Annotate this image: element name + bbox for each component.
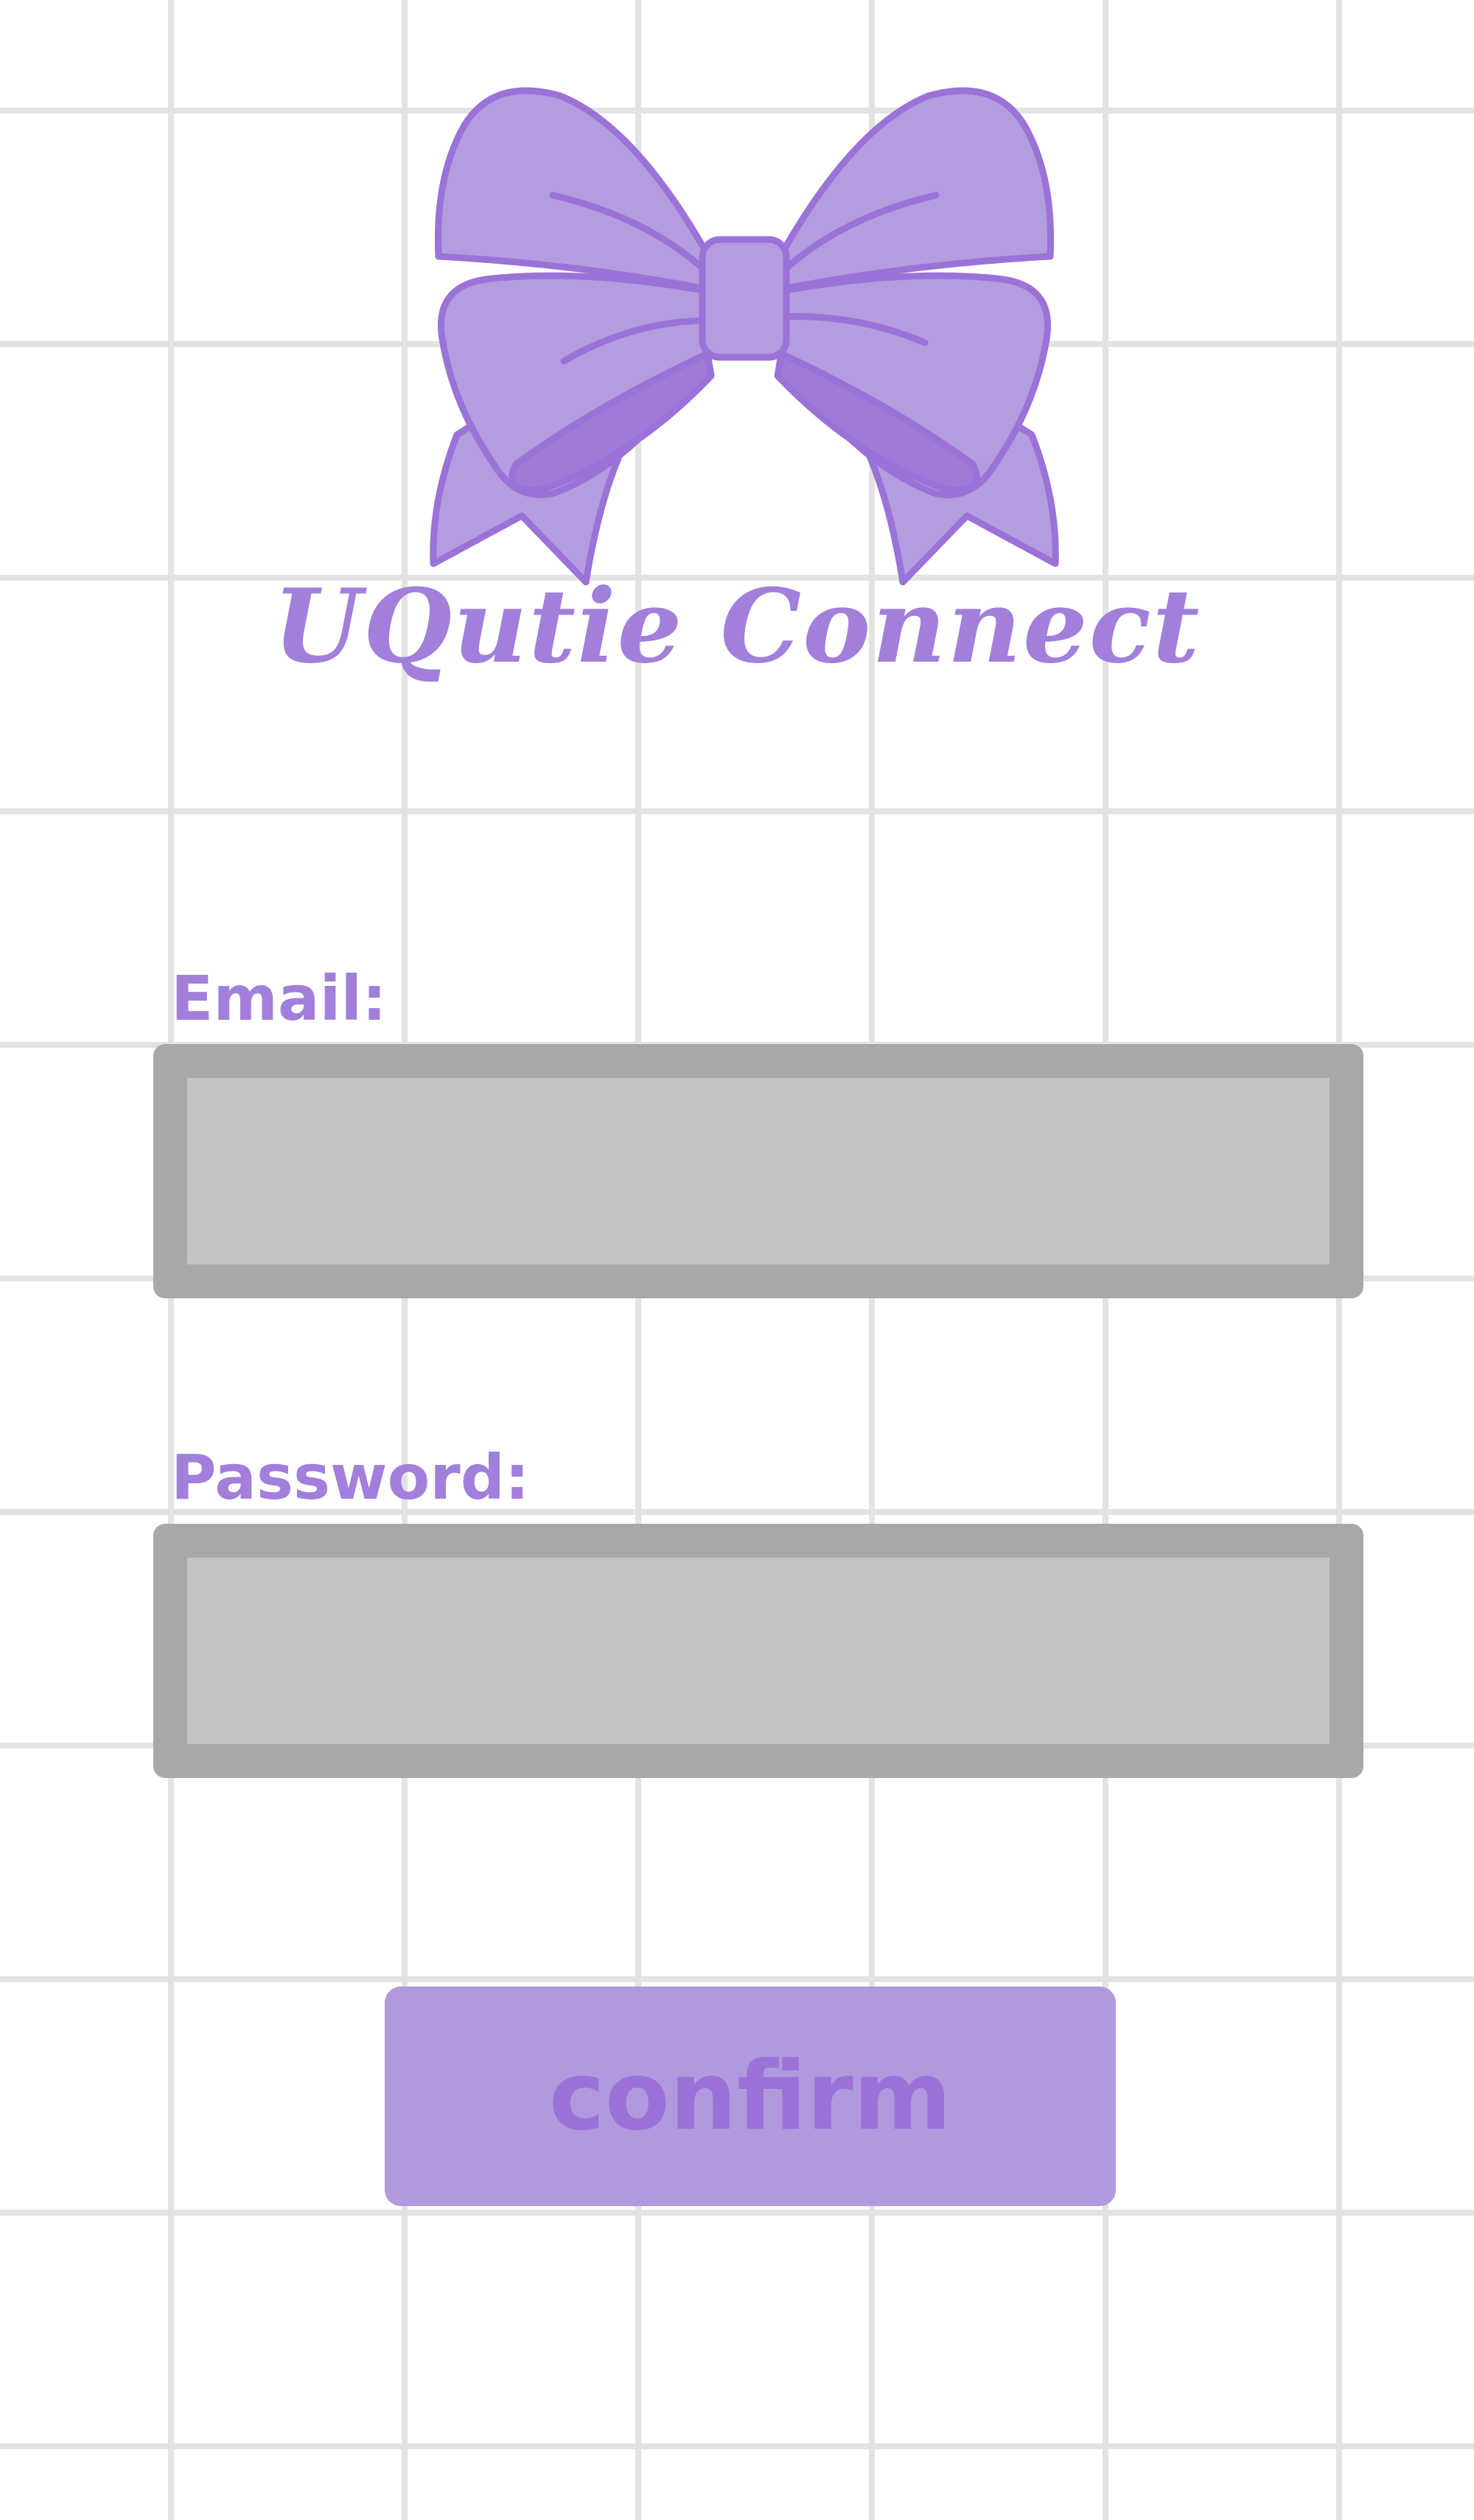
app-title: UQutie Connect [273,566,1201,686]
email-field[interactable] [153,1044,1363,1298]
confirm-button[interactable]: confirm [385,1987,1116,2206]
email-label: Email: [171,962,387,1035]
logo [413,81,1076,589]
password-field[interactable] [153,1524,1363,1778]
bow-icon [430,87,1059,586]
password-label: Password: [171,1441,530,1513]
